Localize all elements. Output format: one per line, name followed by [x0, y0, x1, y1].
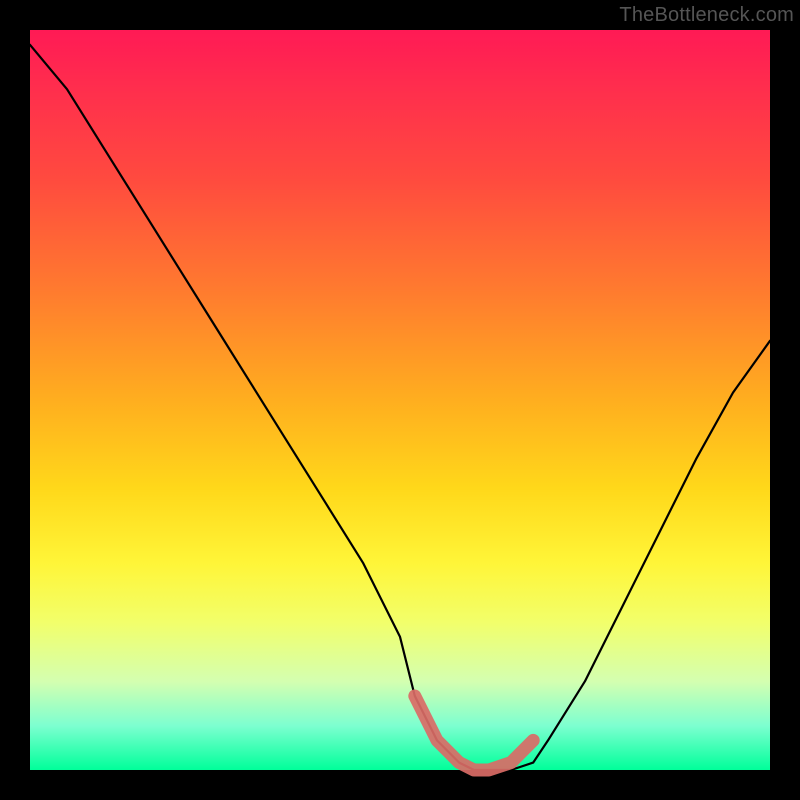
highlight-segment	[415, 696, 533, 770]
chart-frame: TheBottleneck.com	[0, 0, 800, 800]
chart-svg	[30, 30, 770, 770]
bottleneck-curve	[30, 45, 770, 770]
watermark-text: TheBottleneck.com	[619, 4, 794, 27]
plot-area	[30, 30, 770, 770]
